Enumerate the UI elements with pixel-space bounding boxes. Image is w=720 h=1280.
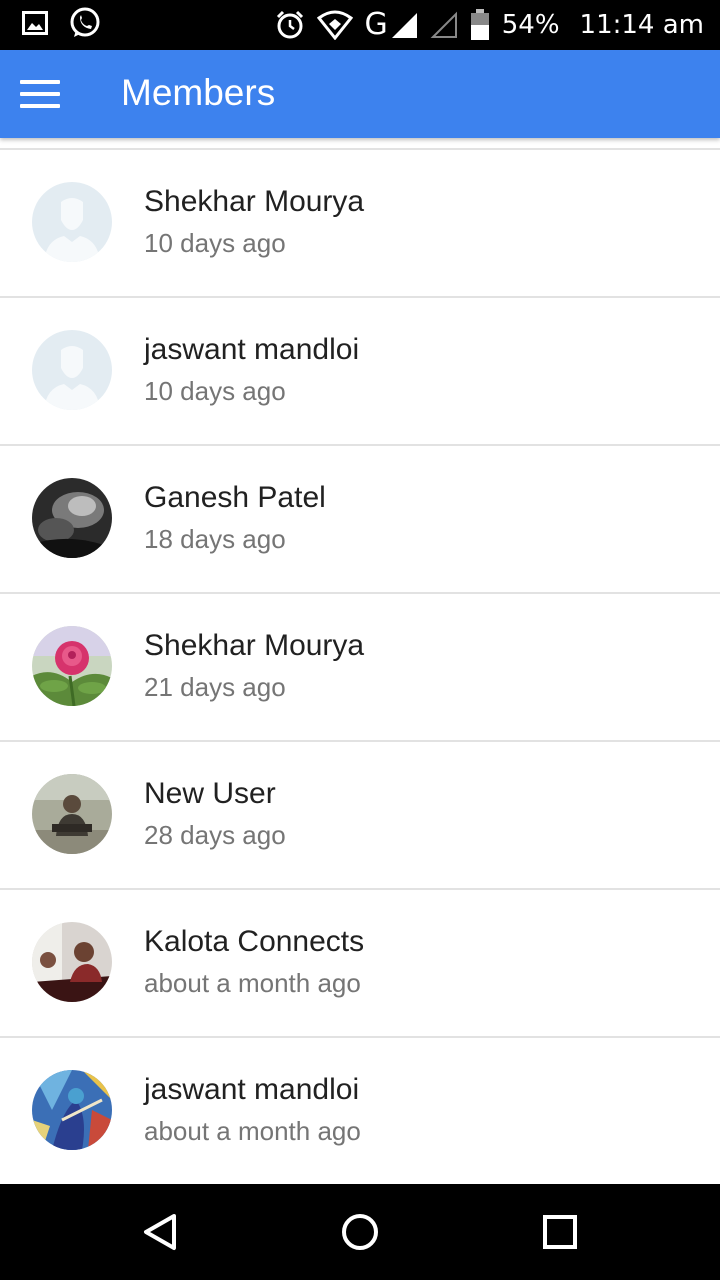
member-last-seen: about a month ago — [144, 1116, 361, 1146]
back-icon[interactable] — [136, 1208, 184, 1256]
member-last-seen: 10 days ago — [144, 228, 286, 258]
clock: 11:14 am — [579, 10, 704, 40]
member-name: Shekhar Mourya — [144, 185, 365, 218]
hamburger-menu-icon[interactable] — [20, 80, 60, 108]
member-last-seen: 28 days ago — [144, 820, 286, 850]
navigation-bar — [0, 1184, 720, 1280]
gallery-icon — [22, 10, 48, 40]
alarm-icon — [275, 10, 305, 40]
member-row[interactable]: Shekhar Mourya 10 days ago — [0, 150, 720, 298]
member-name: Kalota Connects — [144, 925, 365, 958]
member-row[interactable]: Shekhar Mourya 21 days ago — [0, 594, 720, 742]
network-type: G — [364, 7, 388, 42]
grayscale-photo-avatar — [32, 478, 112, 558]
group-photo-avatar — [32, 922, 112, 1002]
member-row[interactable]: jaswant mandloi 10 days ago — [0, 298, 720, 446]
member-last-seen: 18 days ago — [144, 524, 286, 554]
signal-icon — [390, 11, 418, 39]
home-icon[interactable] — [336, 1208, 384, 1256]
recents-icon[interactable] — [536, 1208, 584, 1256]
battery-percentage: 54% — [501, 10, 560, 40]
member-name: jaswant mandloi — [144, 1073, 360, 1106]
pink-rose-avatar — [32, 626, 112, 706]
default-avatar — [32, 182, 112, 262]
member-last-seen: about a month ago — [144, 968, 361, 998]
signal-empty-icon — [430, 11, 458, 39]
status-bar: G 54% 11:14 am — [0, 0, 720, 50]
app-bar: Members — [0, 50, 720, 138]
member-list[interactable]: Shekhar Mourya 10 days ago jaswant mandl… — [0, 138, 720, 1184]
member-last-seen: 21 days ago — [144, 672, 286, 702]
member-row[interactable]: Ganesh Patel 18 days ago — [0, 446, 720, 594]
painting-photo-avatar — [32, 1070, 112, 1150]
member-row[interactable]: jaswant mandloi about a month ago — [0, 1038, 720, 1184]
whatsapp-icon — [68, 6, 102, 45]
member-name: Shekhar Mourya — [144, 629, 365, 662]
default-avatar — [32, 330, 112, 410]
member-name: Ganesh Patel — [144, 481, 326, 514]
member-last-seen: 10 days ago — [144, 376, 286, 406]
battery-icon — [470, 9, 490, 41]
member-name: jaswant mandloi — [144, 333, 360, 366]
person-photo-avatar — [32, 774, 112, 854]
member-name: New User — [144, 777, 276, 810]
member-row[interactable]: New User 28 days ago — [0, 742, 720, 890]
member-row[interactable]: Kalota Connects about a month ago — [0, 890, 720, 1038]
wifi-icon — [316, 10, 353, 40]
page-title: Members — [121, 72, 276, 113]
